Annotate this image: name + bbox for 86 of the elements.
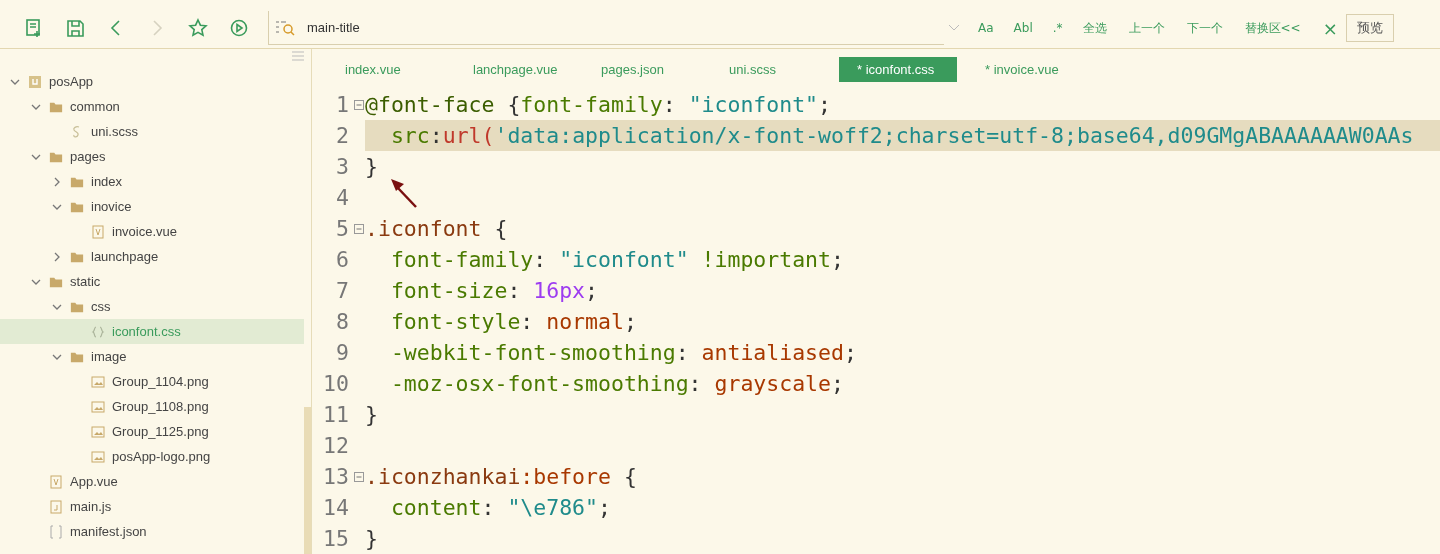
tree-item[interactable]: posApp [0,69,304,94]
tree-item-label: index [91,174,123,189]
line-number: 14 [322,495,349,520]
scrollbar-thumb[interactable] [304,407,311,554]
tree-item[interactable]: image [0,344,304,369]
menu-icon[interactable] [292,51,304,61]
tree-item[interactable]: invoice.vue [0,219,304,244]
tree-item-label: static [70,274,101,289]
code-line: } [365,401,379,429]
tree-item[interactable]: index [0,169,304,194]
dropdown-caret-icon[interactable] [948,24,960,32]
tree-item[interactable]: common [0,94,304,119]
tree-item[interactable]: uni.scss [0,119,304,144]
tree-item-label: main.js [70,499,112,514]
chevron-icon [52,176,62,187]
image-file-icon [91,449,105,464]
fold-icon[interactable] [353,471,364,482]
line-number: 1 [335,92,349,117]
tree-item-label: launchpage [91,249,159,264]
line-number: 5 [335,216,349,241]
tree-item-label: Group_1125.png [112,424,209,439]
tree-item-label: image [91,349,127,364]
line-number: 11 [322,402,349,427]
js-file-icon [49,499,63,514]
code-line: -moz-osx-font-smoothing: grayscale; [389,370,845,398]
tree-item[interactable]: launchpage [0,244,304,269]
tree-item[interactable]: Group_1125.png [0,419,304,444]
fold-icon[interactable] [353,99,364,110]
vue-file-icon [49,474,63,489]
code-line: @font-face {font-family: "iconfont"; [365,91,833,119]
tree-item[interactable]: static [0,269,304,294]
code-line: } [365,153,379,181]
code-line: .iconzhankai:before { [365,463,638,491]
tree-item[interactable]: Group_1104.png [0,369,304,394]
arrow-annotation [389,177,419,209]
chevron-icon [52,251,62,262]
search-list-icon [275,18,295,37]
tree-item-label: inovice [91,199,132,214]
tree-item[interactable]: pages [0,144,304,169]
image-file-icon [91,424,105,439]
line-number: 2 [335,123,349,148]
fold-icon[interactable] [353,223,364,234]
tree-item-label: pages [70,149,106,164]
tree-item[interactable]: App.vue [0,469,304,494]
tree-item[interactable]: Group_1108.png [0,394,304,419]
code-line: font-family: "iconfont" !important; [389,246,845,274]
tree-item-label: uni.scss [91,124,138,139]
line-number: 6 [335,247,349,272]
line-number: 8 [335,309,349,334]
tree-item-label: posApp [49,74,94,89]
search-input[interactable]: main-title [307,20,707,35]
tree-item-label: invoice.vue [112,224,178,239]
braces-file-icon [91,324,105,339]
line-number: 10 [322,371,349,396]
line-number: 15 [322,526,349,551]
image-file-icon [91,374,105,389]
tree-item-label: common [70,99,120,114]
tree-item[interactable]: manifest.json [0,519,304,544]
image-file-icon [91,399,105,414]
tree-item-label: css [91,299,111,314]
tree-item-label: manifest.json [70,524,147,539]
code-line: font-style: normal; [389,308,638,336]
code-line: content: "\e786"; [389,494,612,522]
tree-item[interactable]: css [0,294,304,319]
preview-button[interactable]: 预览 [1345,14,1394,42]
tree-item-label: Group_1104.png [112,374,209,389]
tree-item-label: Group_1108.png [112,399,209,414]
tree-item-label: iconfont.css [112,324,181,339]
line-number: 4 [335,185,349,210]
tree-item[interactable]: main.js [0,494,304,519]
tree-item[interactable]: posApp-logo.png [0,444,304,469]
code-line: font-size: 16px; [389,277,599,305]
code-line: -webkit-font-smoothing: antialiased; [389,339,858,367]
project-icon [28,74,42,89]
line-number: 7 [335,278,349,303]
tree-item-label: App.vue [70,474,118,489]
line-number: 3 [335,154,349,179]
line-number: 12 [322,433,349,458]
code-line: .iconfont { [365,215,509,243]
line-number: 9 [335,340,349,365]
tree-item[interactable]: inovice [0,194,304,219]
tree-item-label: posApp-logo.png [112,449,211,464]
brackets-file-icon [49,524,63,539]
line-number: 13 [322,464,349,489]
vue-file-icon [91,224,105,239]
code-line: } [365,525,379,553]
